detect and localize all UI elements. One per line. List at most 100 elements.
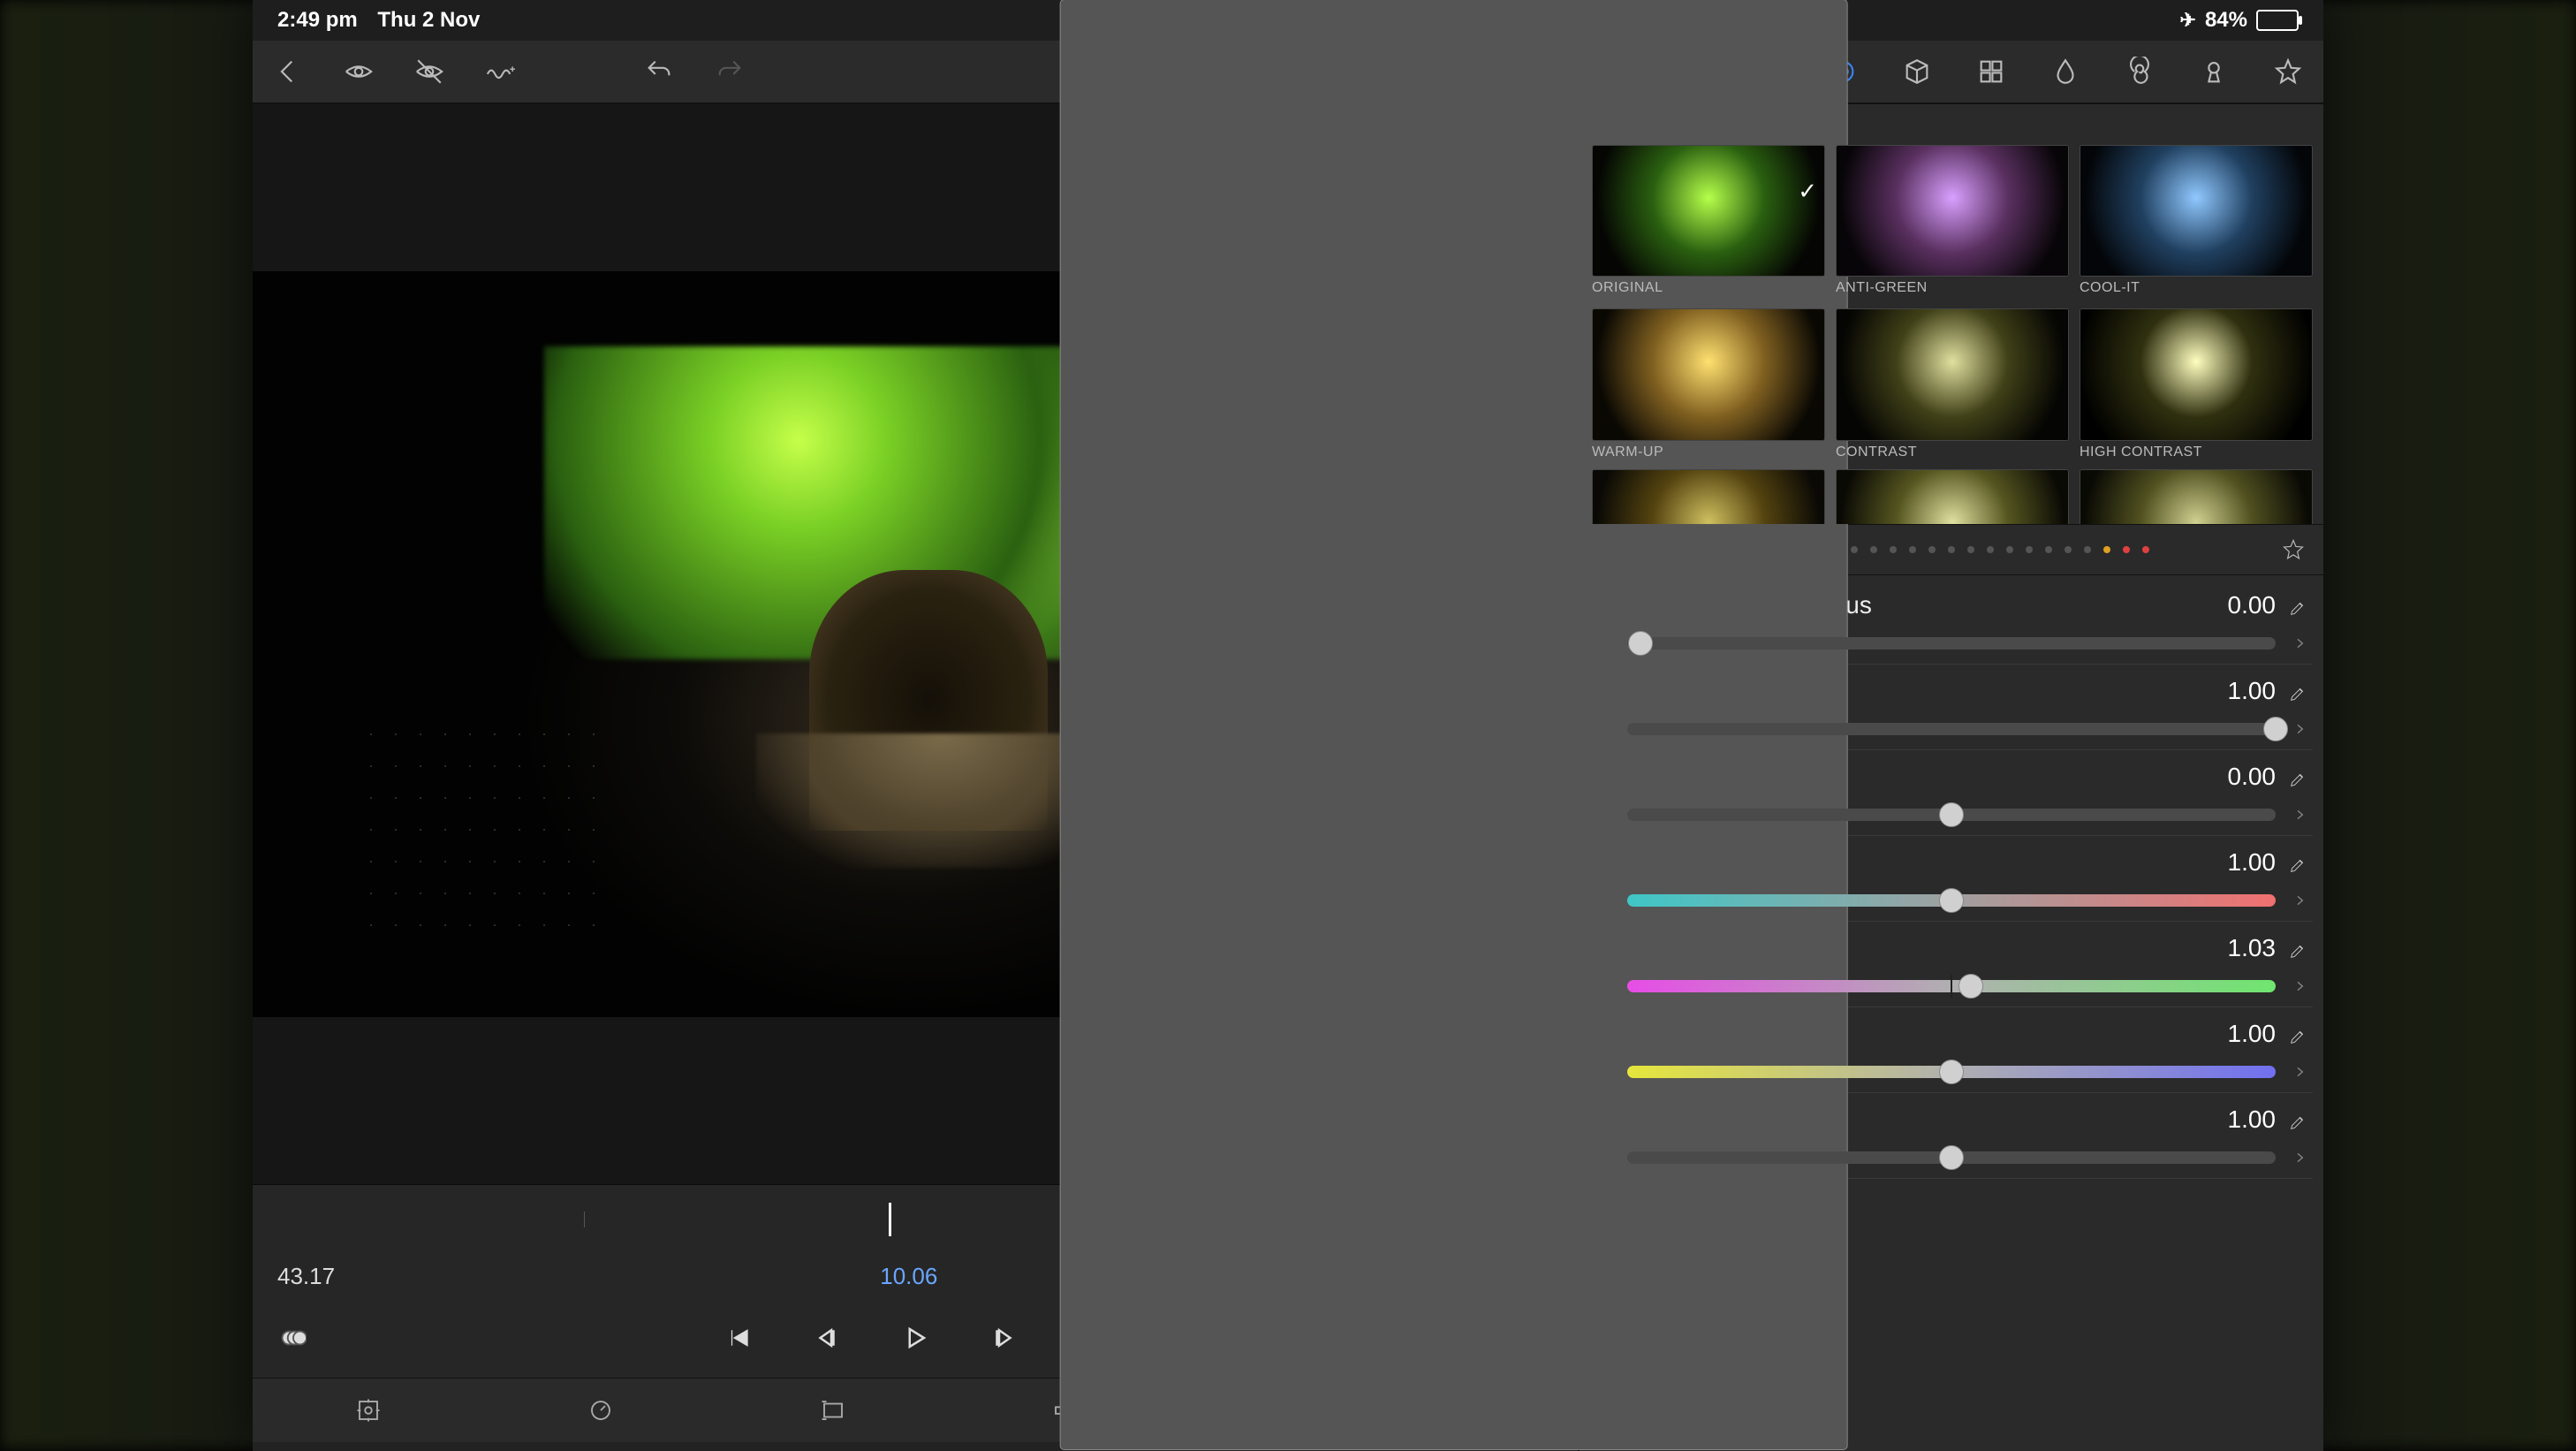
tab-keyhole-icon[interactable]	[2196, 54, 2231, 89]
app-window: 2:49 pm Thu 2 Nov ✈ 84%	[253, 0, 2323, 1449]
pencil-icon[interactable]	[2288, 596, 2307, 615]
center-mark	[1951, 975, 1952, 998]
redo-button[interactable]	[712, 54, 747, 89]
pencil-icon[interactable]	[2288, 1110, 2307, 1129]
slider-track[interactable]	[1627, 980, 2276, 992]
time-center: 10.06	[880, 1263, 937, 1290]
slider-track[interactable]	[1627, 894, 2276, 907]
preset-thumb[interactable]	[2080, 469, 2313, 524]
bottom-tab-speed[interactable]	[587, 1397, 614, 1424]
preset-thumb[interactable]	[1836, 469, 2069, 524]
nudge-right-icon[interactable]	[2288, 1060, 2311, 1083]
slider-track[interactable]	[1627, 1151, 2276, 1164]
check-icon: ✓	[1798, 178, 1817, 205]
pencil-icon[interactable]	[2288, 938, 2307, 958]
play-button[interactable]	[898, 1320, 933, 1356]
status-time: 2:49 pm	[277, 8, 358, 32]
preset-label: WARM-UP	[1592, 444, 1823, 460]
slider-thumb[interactable]	[2263, 717, 2288, 741]
main-area: 43.17 10.06 [21.06] Color & Effects	[253, 104, 2323, 1451]
slider-thumb[interactable]	[1939, 802, 1964, 827]
nudge-right-icon[interactable]	[2288, 718, 2311, 741]
pencil-icon[interactable]	[2288, 853, 2307, 872]
preset-thumb	[2080, 308, 2313, 440]
scene-specks	[359, 718, 597, 942]
preset-anti-green[interactable]: ANTI-GREEN	[1836, 145, 2067, 296]
page-dot[interactable]	[2045, 546, 2052, 553]
tab-grid-icon[interactable]	[1974, 54, 2009, 89]
scrub-playhead[interactable]	[889, 1203, 891, 1236]
tab-star-icon[interactable]	[2270, 54, 2306, 89]
page-dot[interactable]	[2006, 546, 2013, 553]
page-dot[interactable]	[2103, 546, 2110, 553]
page-dot[interactable]	[1870, 546, 1877, 553]
slider-thumb[interactable]	[1939, 1145, 1964, 1170]
control-value: 1.00	[2228, 677, 2277, 705]
nudge-right-icon[interactable]	[2288, 803, 2311, 826]
pencil-icon[interactable]	[2288, 1024, 2307, 1044]
page-dot[interactable]	[1987, 546, 1994, 553]
preset-cool-it[interactable]: COOL-IT	[2080, 145, 2311, 296]
pencil-icon[interactable]	[2288, 681, 2307, 701]
slider-thumb[interactable]	[1628, 631, 1653, 656]
preset-thumb	[1592, 308, 1825, 440]
bottom-scrollbar[interactable]	[253, 1442, 1578, 1451]
preset-label: CONTRAST	[1836, 444, 2067, 460]
tab-cube-icon[interactable]	[1899, 54, 1935, 89]
page-dot[interactable]	[1928, 546, 1936, 553]
nudge-right-icon[interactable]	[2288, 1146, 2311, 1169]
page-dot[interactable]	[1948, 546, 1955, 553]
bottom-tab-focus[interactable]	[355, 1397, 382, 1424]
slider-track[interactable]	[1627, 723, 2276, 735]
waveform-icon[interactable]	[482, 54, 518, 89]
nudge-right-icon[interactable]	[2288, 975, 2311, 998]
slider-thumb[interactable]	[1939, 888, 1964, 913]
page-dot[interactable]	[1967, 546, 1974, 553]
preset-high-contrast[interactable]: HIGH CONTRAST	[2080, 308, 2311, 460]
preset-label: COOL-IT	[2080, 280, 2311, 296]
nudge-right-icon[interactable]	[2288, 889, 2311, 912]
airplane-icon: ✈	[2180, 9, 2196, 32]
preset-thumb	[1836, 308, 2069, 440]
step-back-button[interactable]	[809, 1320, 845, 1356]
slider-track[interactable]	[1627, 809, 2276, 821]
page-dot[interactable]	[1890, 546, 1897, 553]
preset-contrast[interactable]: CONTRAST	[1836, 308, 2067, 460]
page-dot[interactable]	[2026, 546, 2033, 553]
scrub-tick	[584, 1212, 585, 1227]
slider-thumb[interactable]	[1939, 1060, 1964, 1084]
undo-button[interactable]	[641, 54, 677, 89]
nudge-right-icon[interactable]	[2288, 632, 2311, 655]
slider-track[interactable]	[1627, 1066, 2276, 1078]
back-button[interactable]	[270, 54, 306, 89]
bottom-tab-frame[interactable]	[820, 1397, 846, 1424]
control-value: 1.00	[2228, 1020, 2277, 1048]
time-left: 43.17	[277, 1263, 335, 1290]
preset-label: ORIGINAL	[1592, 280, 1823, 296]
control-value: 1.00	[2228, 848, 2277, 877]
pencil-icon[interactable]	[2288, 767, 2307, 786]
step-forward-button[interactable]	[986, 1320, 1021, 1356]
page-dot[interactable]	[1851, 546, 1858, 553]
page-dot[interactable]	[2065, 546, 2072, 553]
skip-start-button[interactable]	[721, 1320, 756, 1356]
eye-hide-icon[interactable]	[412, 54, 447, 89]
preset-row-partial	[1580, 469, 2323, 524]
page-dot[interactable]	[2123, 546, 2130, 553]
battery-icon	[2256, 10, 2299, 31]
preset-thumb[interactable]	[1592, 469, 1825, 524]
preset-original[interactable]: ✓ ORIGINAL	[1592, 145, 1823, 296]
preset-label: HIGH CONTRAST	[2080, 444, 2311, 460]
page-dot[interactable]	[2142, 546, 2149, 553]
globe-icon[interactable]	[276, 1320, 311, 1356]
page-dot[interactable]	[2084, 546, 2091, 553]
slider-thumb[interactable]	[1959, 974, 1983, 999]
preset-warm-up[interactable]: WARM-UP	[1592, 308, 1823, 460]
favorite-preset-icon[interactable]	[2277, 534, 2309, 566]
slider-track[interactable]	[1627, 637, 2276, 650]
page-dot[interactable]	[1909, 546, 1916, 553]
preset-label: ANTI-GREEN	[1836, 280, 2067, 296]
tab-droplet-icon[interactable]	[2048, 54, 2083, 89]
tab-spiral-icon[interactable]	[2122, 54, 2157, 89]
eye-show-icon[interactable]	[341, 54, 376, 89]
